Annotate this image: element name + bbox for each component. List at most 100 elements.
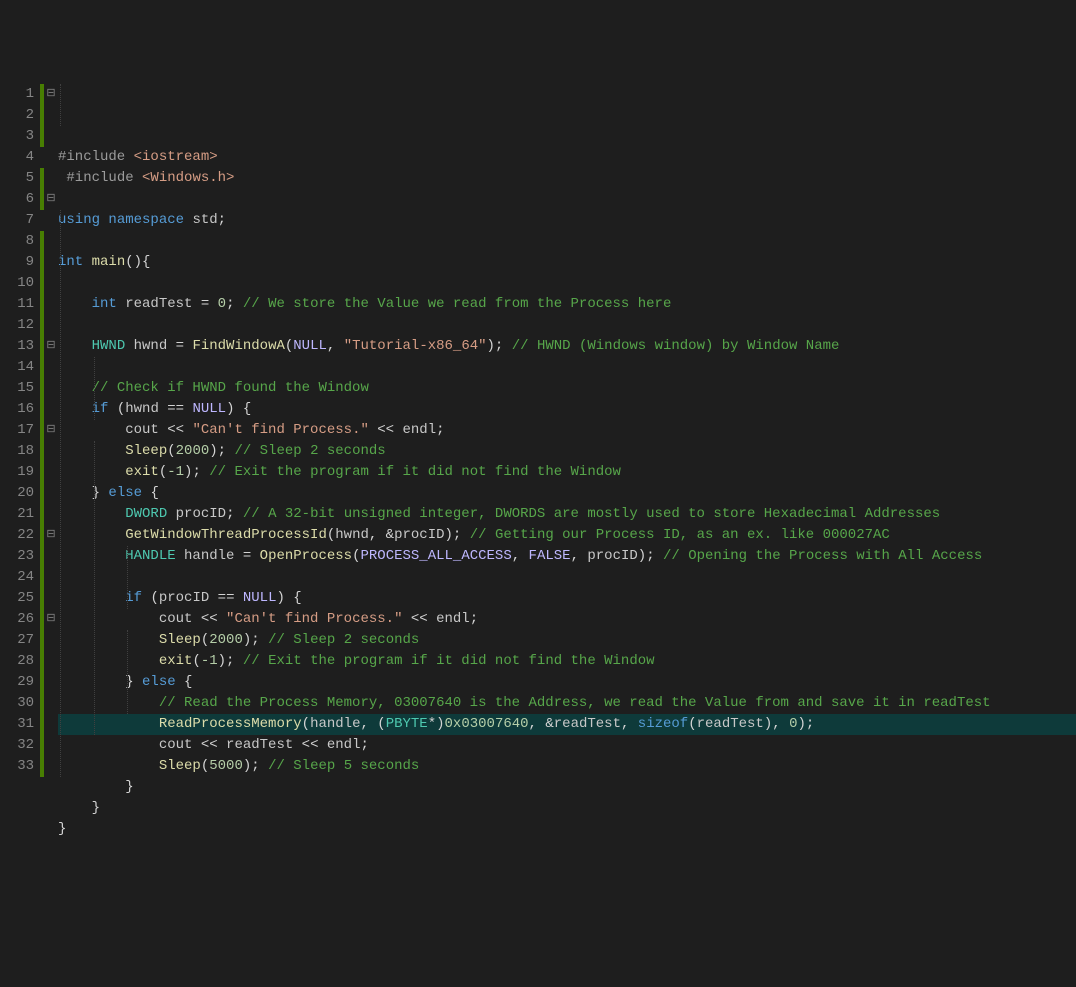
line-number: 17 — [0, 420, 34, 441]
code-line[interactable]: exit(-1); // Exit the program if it did … — [58, 651, 1076, 672]
line-number: 8 — [0, 231, 34, 252]
code-line[interactable]: } — [58, 819, 1076, 840]
line-number: 25 — [0, 588, 34, 609]
line-number: 20 — [0, 483, 34, 504]
line-number: 3 — [0, 126, 34, 147]
fold-slot — [44, 588, 58, 609]
fold-slot — [44, 126, 58, 147]
line-number: 32 — [0, 735, 34, 756]
code-line[interactable] — [58, 231, 1076, 252]
fold-slot — [44, 147, 58, 168]
fold-slot — [44, 546, 58, 567]
code-line[interactable]: cout << "Can't find Process." << endl; — [58, 420, 1076, 441]
line-number: 15 — [0, 378, 34, 399]
code-line[interactable]: cout << "Can't find Process." << endl; — [58, 609, 1076, 630]
line-number: 13 — [0, 336, 34, 357]
line-number: 28 — [0, 651, 34, 672]
code-line[interactable]: } else { — [58, 672, 1076, 693]
code-line[interactable]: int main(){ — [58, 252, 1076, 273]
code-line[interactable]: if (hwnd == NULL) { — [58, 399, 1076, 420]
code-line[interactable]: HANDLE handle = OpenProcess(PROCESS_ALL_… — [58, 546, 1076, 567]
line-number: 24 — [0, 567, 34, 588]
fold-slot — [44, 231, 58, 252]
line-number: 29 — [0, 672, 34, 693]
fold-slot — [44, 651, 58, 672]
line-number: 10 — [0, 273, 34, 294]
fold-slot — [44, 168, 58, 189]
code-line[interactable] — [58, 357, 1076, 378]
line-number: 16 — [0, 399, 34, 420]
fold-toggle-icon[interactable]: ⊟ — [44, 609, 58, 630]
line-number: 7 — [0, 210, 34, 231]
code-line[interactable] — [58, 189, 1076, 210]
fold-slot — [44, 294, 58, 315]
code-line[interactable]: } — [58, 777, 1076, 798]
fold-slot — [44, 756, 58, 777]
code-line[interactable]: ReadProcessMemory(handle, (PBYTE*)0x0300… — [58, 714, 1076, 735]
code-line[interactable] — [58, 315, 1076, 336]
line-number: 11 — [0, 294, 34, 315]
code-line[interactable] — [58, 567, 1076, 588]
code-line[interactable]: Sleep(2000); // Sleep 2 seconds — [58, 441, 1076, 462]
fold-toggle-icon[interactable]: ⊟ — [44, 84, 58, 105]
line-number: 31 — [0, 714, 34, 735]
code-line[interactable]: } — [58, 798, 1076, 819]
fold-toggle-icon[interactable]: ⊟ — [44, 189, 58, 210]
code-line[interactable]: exit(-1); // Exit the program if it did … — [58, 462, 1076, 483]
code-area[interactable]: #include <iostream> #include <Windows.h>… — [58, 147, 1076, 840]
fold-slot — [44, 483, 58, 504]
fold-slot — [44, 210, 58, 231]
fold-toggle-icon[interactable]: ⊟ — [44, 420, 58, 441]
fold-slot — [44, 462, 58, 483]
code-line[interactable]: #include <Windows.h> — [58, 168, 1076, 189]
code-line[interactable]: int readTest = 0; // We store the Value … — [58, 294, 1076, 315]
code-line[interactable] — [58, 273, 1076, 294]
fold-slot — [44, 105, 58, 126]
code-line[interactable]: DWORD procID; // A 32-bit unsigned integ… — [58, 504, 1076, 525]
code-line[interactable]: #include <iostream> — [58, 147, 1076, 168]
fold-slot — [44, 252, 58, 273]
line-number: 5 — [0, 168, 34, 189]
fold-slot — [44, 567, 58, 588]
line-number: 27 — [0, 630, 34, 651]
fold-toggle-icon[interactable]: ⊟ — [44, 525, 58, 546]
fold-slot — [44, 504, 58, 525]
fold-slot — [44, 315, 58, 336]
line-number: 21 — [0, 504, 34, 525]
code-line[interactable]: GetWindowThreadProcessId(hwnd, &procID);… — [58, 525, 1076, 546]
fold-slot — [44, 714, 58, 735]
line-number: 4 — [0, 147, 34, 168]
code-line[interactable]: } else { — [58, 483, 1076, 504]
fold-slot — [44, 441, 58, 462]
code-line[interactable]: cout << readTest << endl; — [58, 735, 1076, 756]
line-number: 6 — [0, 189, 34, 210]
code-line[interactable]: HWND hwnd = FindWindowA(NULL, "Tutorial-… — [58, 336, 1076, 357]
code-line[interactable]: if (procID == NULL) { — [58, 588, 1076, 609]
line-number: 19 — [0, 462, 34, 483]
fold-gutter[interactable]: ⊟ ⊟ ⊟ ⊟ ⊟ ⊟ — [44, 84, 58, 882]
fold-slot — [44, 357, 58, 378]
line-number: 1 — [0, 84, 34, 105]
line-number: 33 — [0, 756, 34, 777]
line-number: 26 — [0, 609, 34, 630]
fold-slot — [44, 378, 58, 399]
fold-slot — [44, 399, 58, 420]
line-number: 9 — [0, 252, 34, 273]
line-number: 12 — [0, 315, 34, 336]
line-number: 18 — [0, 441, 34, 462]
code-line[interactable]: // Check if HWND found the Window — [58, 378, 1076, 399]
fold-toggle-icon[interactable]: ⊟ — [44, 336, 58, 357]
fold-slot — [44, 273, 58, 294]
line-number: 2 — [0, 105, 34, 126]
fold-slot — [44, 735, 58, 756]
fold-slot — [44, 672, 58, 693]
code-line[interactable]: using namespace std; — [58, 210, 1076, 231]
line-number: 22 — [0, 525, 34, 546]
line-number-gutter: 1234567891011121314151617181920212223242… — [0, 84, 40, 882]
code-line[interactable]: Sleep(2000); // Sleep 2 seconds — [58, 630, 1076, 651]
code-line[interactable]: Sleep(5000); // Sleep 5 seconds — [58, 756, 1076, 777]
line-number: 23 — [0, 546, 34, 567]
code-editor[interactable]: 1234567891011121314151617181920212223242… — [0, 84, 1076, 882]
fold-slot — [44, 630, 58, 651]
line-number: 14 — [0, 357, 34, 378]
